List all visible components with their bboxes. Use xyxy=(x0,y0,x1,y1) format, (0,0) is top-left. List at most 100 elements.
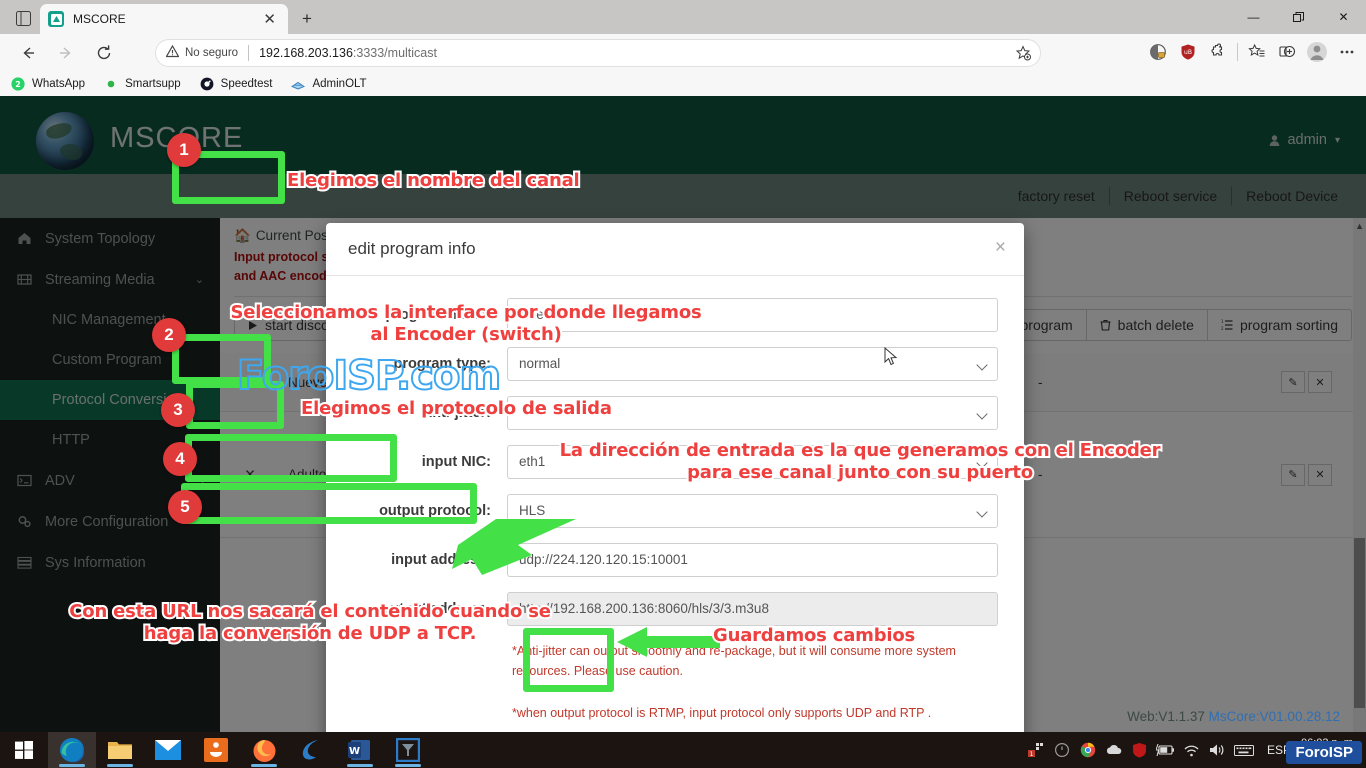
input-indicator-icon[interactable]: 1 xyxy=(1023,732,1049,768)
page-scrollbar[interactable]: ▲ xyxy=(1353,218,1366,732)
program-type-select[interactable]: normal xyxy=(507,346,998,381)
film-icon xyxy=(17,272,41,287)
screen: MSCORE ✕ + — ✕ No seguro 192.168.203.136… xyxy=(0,0,1366,768)
globe-logo-icon xyxy=(36,112,94,170)
step-badge-1: 1 xyxy=(167,133,201,167)
minimize-button[interactable]: — xyxy=(1231,0,1276,34)
chrome-icon[interactable] xyxy=(1075,732,1101,768)
modal-header: edit program info × xyxy=(326,223,1024,276)
url-host: 192.168.203.136 xyxy=(259,46,353,60)
svg-text:2: 2 xyxy=(15,80,21,89)
bookmark-speedtest[interactable]: Speedtest xyxy=(199,76,272,92)
security-label: No seguro xyxy=(185,47,239,59)
tab-actions-icon[interactable] xyxy=(1272,37,1302,67)
warning-triangle-icon xyxy=(165,44,185,61)
settings-more-icon[interactable] xyxy=(1332,37,1362,67)
svg-text:1: 1 xyxy=(1030,751,1034,758)
extensions-icon[interactable] xyxy=(1203,37,1233,67)
close-icon[interactable]: ✕ xyxy=(259,12,280,27)
chevron-down-icon: ▾ xyxy=(1334,134,1340,146)
taskbar-nitro-icon[interactable] xyxy=(288,732,336,768)
close-icon[interactable]: ✕ xyxy=(1308,371,1332,393)
smartsupp-icon xyxy=(103,76,119,92)
browser-tabstrip: MSCORE ✕ + — ✕ xyxy=(0,0,1366,34)
browser-tab[interactable]: MSCORE ✕ xyxy=(40,4,288,34)
cloud-icon[interactable] xyxy=(1101,732,1127,768)
scrollbar-thumb[interactable] xyxy=(1354,538,1365,708)
field-label: input NIC: xyxy=(421,453,491,470)
sort-list-icon: 12 xyxy=(1221,319,1233,331)
close-icon[interactable]: ✕ xyxy=(1308,463,1332,486)
profile-avatar-icon[interactable] xyxy=(1302,37,1332,67)
browser-essentials-icon[interactable] xyxy=(1143,37,1173,67)
mcafee-icon[interactable] xyxy=(1127,732,1153,768)
new-tab-button[interactable]: + xyxy=(296,8,318,30)
taskbar-edge-icon[interactable] xyxy=(48,732,96,768)
user-menu[interactable]: admin ▾ xyxy=(1268,132,1340,148)
close-window-button[interactable]: ✕ xyxy=(1321,0,1366,34)
address-bar[interactable]: No seguro 192.168.203.136:3333/multicast xyxy=(155,39,1041,67)
url-text: 192.168.203.136:3333/multicast xyxy=(259,46,437,60)
taskbar-mail-icon[interactable] xyxy=(144,732,192,768)
reload-icon[interactable] xyxy=(88,37,120,69)
footer-version: Web:V1.1.37 MsCore:V01.00.28.12 xyxy=(1127,709,1340,724)
whatsapp-icon: 2 xyxy=(10,76,26,92)
onedrive-sync-icon[interactable] xyxy=(1049,732,1075,768)
wifi-icon[interactable] xyxy=(1179,732,1205,768)
reboot-device-link[interactable]: Reboot Device xyxy=(1232,188,1352,204)
program-sorting-button[interactable]: 12 program sorting xyxy=(1207,309,1352,341)
taskbar-putty-icon[interactable] xyxy=(384,732,432,768)
sidebar-item-custom-program[interactable]: Custom Program xyxy=(0,340,220,380)
sidebar-item-sys-information[interactable]: Sys Information xyxy=(0,542,220,583)
security-indicator[interactable]: No seguro xyxy=(165,44,239,61)
reboot-service-link[interactable]: Reboot service xyxy=(1110,188,1231,204)
arrow-to-submit-button xyxy=(617,627,720,657)
windows-start-icon[interactable] xyxy=(0,732,48,768)
forward-arrow-icon[interactable] xyxy=(50,37,82,69)
collections-icon[interactable] xyxy=(1242,37,1272,67)
sidebar-item-streaming-media[interactable]: Streaming Media ⌄ xyxy=(0,259,220,300)
bookmark-whatsapp[interactable]: 2 WhatsApp xyxy=(10,76,85,92)
factory-reset-link[interactable]: factory reset xyxy=(1004,188,1109,204)
chevron-left-icon: ‹ xyxy=(200,515,204,528)
back-arrow-icon[interactable] xyxy=(12,37,44,69)
caption-output-protocol: Elegimos el protocolo de salida xyxy=(299,396,614,421)
window-controls: — ✕ xyxy=(1231,0,1366,34)
tab-title: MSCORE xyxy=(73,12,126,26)
svg-text:2: 2 xyxy=(1221,326,1224,331)
volume-icon[interactable] xyxy=(1205,732,1231,768)
sidebar-item-system-topology[interactable]: System Topology xyxy=(0,218,220,259)
user-icon xyxy=(1268,134,1281,147)
battery-icon[interactable] xyxy=(1153,732,1179,768)
svg-text:1: 1 xyxy=(1221,319,1224,324)
pencil-icon[interactable]: ✎ xyxy=(1281,371,1305,393)
maximize-button[interactable] xyxy=(1276,0,1321,34)
taskbar-winrar-icon[interactable] xyxy=(192,732,240,768)
modal-note-rtmp: *when output protocol is RTMP, input pro… xyxy=(512,706,932,720)
foroisp-watermark: ForoISP.com xyxy=(236,352,502,400)
caption-program-name: Elegimos el nombre del canal xyxy=(285,168,582,193)
active-indicator xyxy=(395,764,421,767)
footer-mscore-version[interactable]: MsCore:V01.00.28.12 xyxy=(1209,709,1340,724)
keyboard-icon[interactable] xyxy=(1231,732,1257,768)
program-sorting-label: program sorting xyxy=(1239,317,1338,333)
bookmark-label: AdminOLT xyxy=(312,78,367,90)
row-select-icon[interactable]: ✕ xyxy=(220,411,280,538)
taskbar-file-explorer-icon[interactable] xyxy=(96,732,144,768)
adminolt-icon xyxy=(290,76,306,92)
tab-sidebar-button[interactable] xyxy=(8,5,38,31)
bookmark-smartsupp[interactable]: Smartsupp xyxy=(103,76,181,92)
scroll-up-icon[interactable]: ▲ xyxy=(1355,221,1364,231)
ublock-shield-icon[interactable]: uB xyxy=(1173,37,1203,67)
caption-output-url: Con esta URL nos sacará el contenido cua… xyxy=(67,599,553,646)
caption-save-changes: Guardamos cambios xyxy=(711,623,917,648)
batch-delete-button[interactable]: batch delete xyxy=(1086,309,1208,341)
bookmark-adminolt[interactable]: AdminOLT xyxy=(290,76,367,92)
row-extra: - xyxy=(1030,353,1150,412)
add-favorite-icon[interactable] xyxy=(1015,45,1032,67)
sidebar-item-label: Streaming Media xyxy=(45,271,155,288)
close-icon[interactable]: × xyxy=(995,237,1006,259)
taskbar-firefox-icon[interactable] xyxy=(240,732,288,768)
taskbar-word-icon[interactable]: W xyxy=(336,732,384,768)
pencil-icon[interactable]: ✎ xyxy=(1281,463,1305,486)
